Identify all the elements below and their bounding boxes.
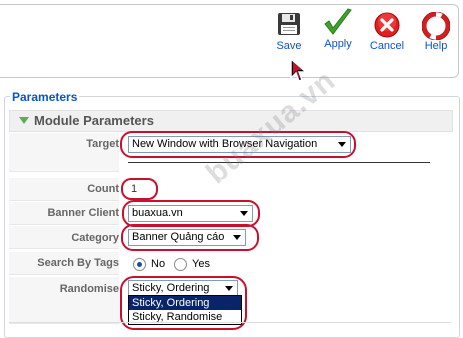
randomise-label: Randomise (59, 283, 119, 295)
parameters-legend: Parameters (10, 90, 80, 104)
banner-client-label: Banner Client (47, 207, 119, 219)
table-bottom-border (9, 322, 451, 323)
search-by-tags-label: Search By Tags (37, 257, 119, 269)
floppy-disk-icon (278, 13, 300, 35)
help-button[interactable]: Help (414, 12, 458, 52)
highlight-ring (120, 131, 356, 158)
lifebuoy-help-icon (422, 12, 450, 40)
search-by-tags-yes-radio[interactable] (174, 258, 187, 271)
cancel-label: Cancel (369, 40, 405, 52)
save-button[interactable]: Save (267, 12, 311, 52)
cancel-button[interactable]: Cancel (365, 12, 409, 52)
save-label: Save (276, 40, 302, 52)
module-parameters-header[interactable]: Module Parameters (9, 110, 453, 132)
expand-triangle-icon (19, 117, 29, 124)
category-label: Category (71, 232, 119, 244)
mouse-cursor-icon (290, 58, 307, 82)
highlight-ring (121, 178, 158, 200)
checkmark-icon (324, 8, 352, 35)
count-label: Count (87, 183, 119, 195)
search-by-tags-no-radio[interactable] (133, 258, 146, 271)
search-by-tags-yes-label: Yes (192, 258, 210, 270)
separator-line (128, 162, 430, 163)
module-parameters-title: Module Parameters (34, 113, 154, 128)
cancel-x-icon (374, 12, 400, 38)
apply-button[interactable]: Apply (316, 8, 360, 50)
highlight-ring (121, 224, 259, 251)
search-by-tags-no-label: No (151, 258, 166, 270)
apply-label: Apply (324, 38, 352, 50)
target-label: Target (86, 138, 119, 150)
help-label: Help (424, 40, 448, 52)
highlight-ring (122, 200, 260, 227)
